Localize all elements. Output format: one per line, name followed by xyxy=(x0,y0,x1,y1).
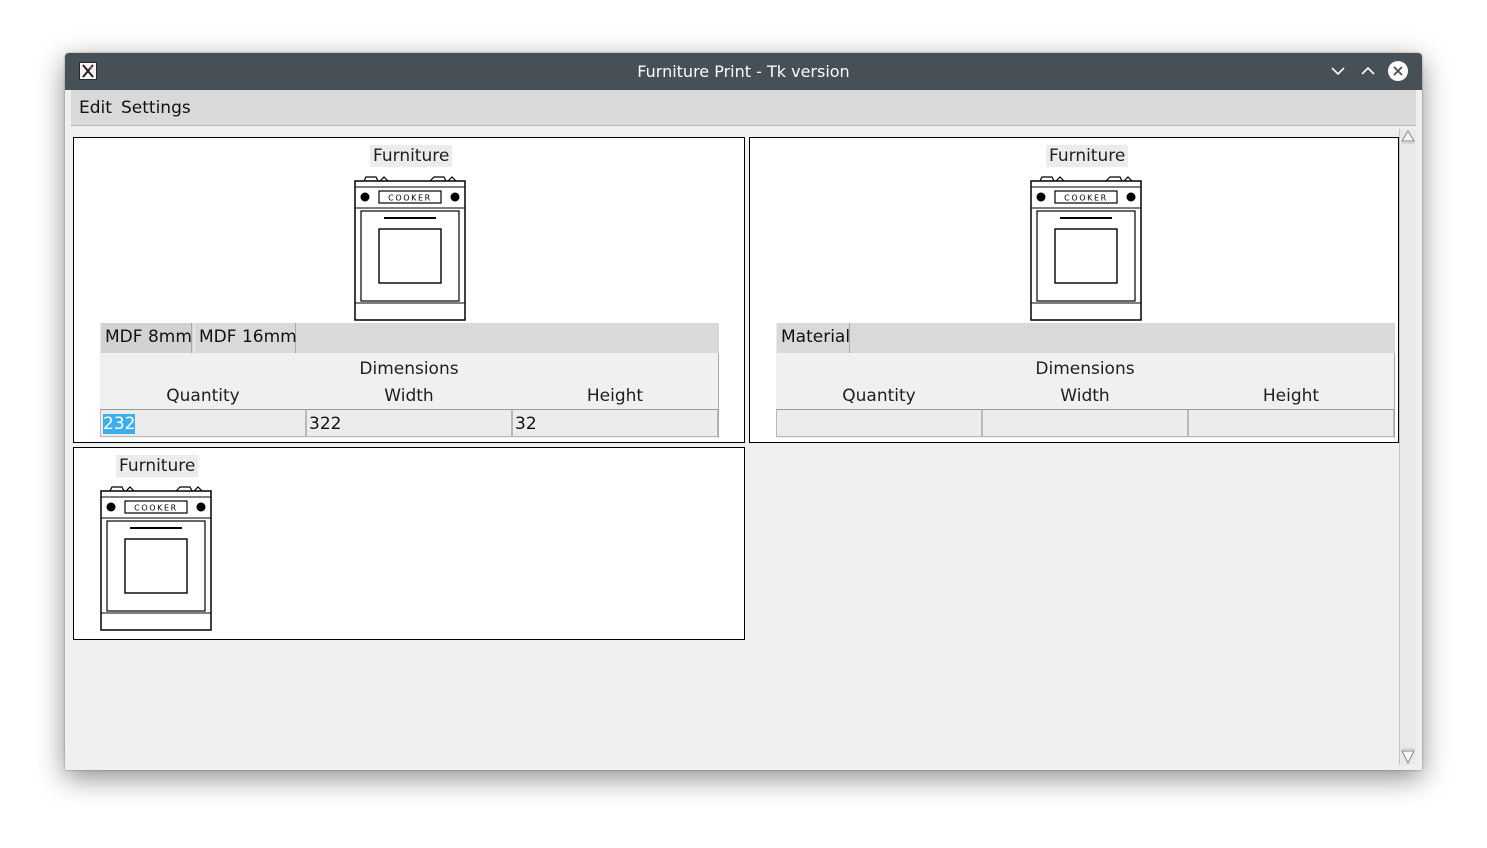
cooker-text: COOKER xyxy=(388,194,432,203)
width-header: Width xyxy=(384,386,434,406)
dimensions-title: Dimensions xyxy=(1035,359,1135,379)
width-header: Width xyxy=(1060,386,1110,406)
quantity-value: 232 xyxy=(103,414,136,434)
width-input[interactable] xyxy=(982,409,1188,437)
minimize-icon[interactable] xyxy=(1327,60,1349,82)
height-header: Height xyxy=(586,386,644,406)
close-icon[interactable] xyxy=(1387,60,1409,82)
tab-material[interactable]: Material xyxy=(776,323,850,353)
cooker-image: COOKER xyxy=(100,481,212,631)
quantity-input[interactable]: 232 xyxy=(100,409,306,437)
menu-edit[interactable]: Edit xyxy=(79,98,112,118)
dimensions-area: Dimensions Quantity Width Height xyxy=(776,353,1395,438)
width-input[interactable]: 322 xyxy=(306,409,512,437)
window-title: Furniture Print - Tk version xyxy=(637,62,850,81)
furniture-label: Furniture xyxy=(370,145,453,167)
app-window: Furniture Print - Tk version Edit Settin… xyxy=(65,53,1422,770)
quantity-header: Quantity xyxy=(842,386,916,406)
quantity-input[interactable] xyxy=(776,409,982,437)
height-input[interactable]: 32 xyxy=(512,409,718,437)
furniture-label: Furniture xyxy=(116,455,199,477)
quantity-header: Quantity xyxy=(166,386,240,406)
vertical-scrollbar[interactable] xyxy=(1399,129,1416,765)
height-input[interactable] xyxy=(1188,409,1394,437)
cooker-text: COOKER xyxy=(1064,194,1108,203)
furniture-panel-2: Furniture COOKER Material Dimensions Qua… xyxy=(749,137,1399,443)
tab-mdf-16mm[interactable]: MDF 16mm xyxy=(194,323,297,353)
cooker-image: COOKER xyxy=(1030,171,1142,321)
dimensions-title: Dimensions xyxy=(359,359,459,379)
cooker-image: COOKER xyxy=(354,171,466,321)
title-bar[interactable]: Furniture Print - Tk version xyxy=(65,53,1422,90)
furniture-panel-3: Furniture COOKER xyxy=(73,447,745,640)
maximize-icon[interactable] xyxy=(1357,60,1379,82)
furniture-label: Furniture xyxy=(1046,145,1129,167)
menu-settings[interactable]: Settings xyxy=(121,98,191,118)
height-header: Height xyxy=(1262,386,1320,406)
dimensions-area: Dimensions Quantity Width Height 232 322… xyxy=(100,353,719,438)
material-tabs: Material xyxy=(776,323,1395,353)
furniture-panel-1: Furniture COOKER MDF 8mm MDF 16mm Dimens… xyxy=(73,137,745,443)
tab-mdf-8mm[interactable]: MDF 8mm xyxy=(100,323,192,353)
menu-bar: Edit Settings xyxy=(71,90,1416,126)
cooker-text: COOKER xyxy=(134,504,178,513)
material-tabs: MDF 8mm MDF 16mm xyxy=(100,323,719,353)
